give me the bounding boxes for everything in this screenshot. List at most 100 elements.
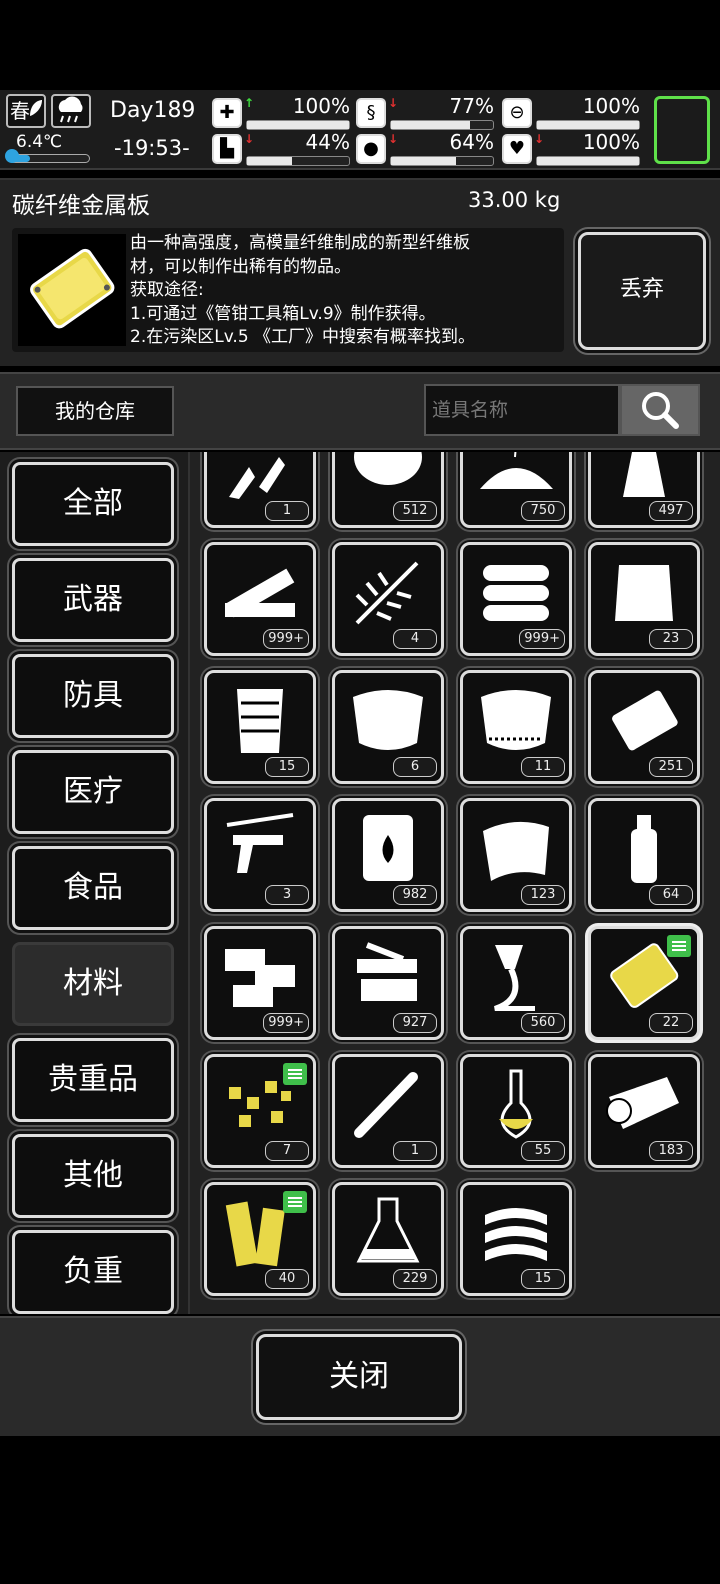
category-tab[interactable]: 其他 bbox=[12, 1134, 174, 1218]
item-count: 15 bbox=[521, 1269, 565, 1289]
item-count: 999+ bbox=[263, 1013, 309, 1033]
logs-icon bbox=[475, 555, 557, 627]
thermometer-icon bbox=[5, 149, 19, 163]
glue-tube-icon bbox=[475, 939, 557, 1012]
inventory-slot[interactable]: 7 bbox=[204, 1054, 316, 1168]
fuel-barrel-icon bbox=[347, 811, 429, 883]
sack-icon bbox=[603, 555, 685, 627]
inventory-slot[interactable]: 750 bbox=[460, 452, 572, 528]
season-indicator: 春 bbox=[6, 94, 46, 128]
inventory-slot[interactable]: 251 bbox=[588, 670, 700, 784]
my-warehouse-button[interactable]: 我的仓库 bbox=[16, 386, 174, 436]
inventory-slot[interactable]: 3 bbox=[204, 798, 316, 912]
description-line: 2.在污染区Lv.5 《工厂》中搜索有概率找到。 bbox=[130, 327, 476, 347]
inventory-slot[interactable]: 40 bbox=[204, 1182, 316, 1296]
furry-hide-icon bbox=[475, 683, 557, 755]
inventory-slot[interactable]: 512 bbox=[332, 452, 444, 528]
item-count: 11 bbox=[521, 757, 565, 777]
inventory-slot[interactable]: 999+ bbox=[204, 926, 316, 1040]
category-tab[interactable]: 食品 bbox=[12, 846, 174, 930]
item-count: 22 bbox=[649, 1013, 693, 1033]
close-button[interactable]: 关闭 bbox=[256, 1334, 462, 1420]
stat-bar bbox=[390, 156, 494, 166]
stat-value: 100% bbox=[582, 94, 640, 118]
note-icon bbox=[283, 1063, 307, 1085]
description-line: 由一种高强度，高模量纤维制成的新型纤维板 bbox=[130, 233, 470, 253]
inventory-slot[interactable]: 999+ bbox=[460, 542, 572, 656]
rolled-cloth-icon bbox=[603, 1067, 685, 1139]
leaf-icon bbox=[30, 100, 42, 116]
equipped-slot[interactable] bbox=[654, 96, 710, 164]
metal-rod-icon bbox=[347, 1067, 429, 1139]
search-button[interactable] bbox=[620, 384, 700, 436]
item-count: 64 bbox=[649, 885, 693, 905]
inventory-slot[interactable]: 15 bbox=[204, 670, 316, 784]
stat-value: 64% bbox=[449, 130, 494, 154]
fur-ball-icon bbox=[347, 452, 429, 499]
item-count: 3 bbox=[265, 885, 309, 905]
item-count: 999+ bbox=[519, 629, 565, 649]
description-line: 获取途径: bbox=[130, 280, 204, 300]
note-icon bbox=[283, 1191, 307, 1213]
discard-button[interactable]: 丢弃 bbox=[578, 232, 706, 350]
item-count: 999+ bbox=[263, 629, 309, 649]
metal-plate-icon bbox=[603, 683, 685, 755]
inventory-slot[interactable]: 64 bbox=[588, 798, 700, 912]
category-tab[interactable]: 武器 bbox=[12, 558, 174, 642]
inventory-slot[interactable]: 560 bbox=[460, 926, 572, 1040]
item-count: 1 bbox=[265, 501, 309, 521]
fern-leaves-icon bbox=[347, 555, 429, 627]
item-count: 512 bbox=[393, 501, 437, 521]
inventory-slot[interactable]: 927 bbox=[332, 926, 444, 1040]
note-icon bbox=[667, 935, 691, 957]
stat-thirst: ● ↓ 64% bbox=[356, 130, 496, 168]
stat-value: 100% bbox=[582, 130, 640, 154]
inventory-slot[interactable]: 55 bbox=[460, 1054, 572, 1168]
search-input[interactable]: 道具名称 bbox=[424, 384, 620, 436]
inventory-slot[interactable]: 229 bbox=[332, 1182, 444, 1296]
pill-icon: ⊖ bbox=[502, 98, 532, 128]
plastic-bottle-icon bbox=[603, 811, 685, 883]
category-sidebar: 全部武器防具医疗食品材料贵重品其他负重 bbox=[0, 452, 188, 1314]
item-weight: 33.00 kg bbox=[468, 188, 561, 212]
status-bar: 春 6.4℃ Day189 -19:53- ✚ ↑ 100% § ↓ 77% ⊖ 100% ▙ ↓… bbox=[0, 90, 720, 170]
category-tab[interactable]: 贵重品 bbox=[12, 1038, 174, 1122]
inventory-slot[interactable]: 183 bbox=[588, 1054, 700, 1168]
category-tab[interactable]: 材料 bbox=[12, 942, 174, 1026]
inventory-slot[interactable]: 1 bbox=[332, 1054, 444, 1168]
item-count: 7 bbox=[265, 1141, 309, 1161]
inventory-slot[interactable]: 123 bbox=[460, 798, 572, 912]
stat-value: 100% bbox=[292, 94, 350, 118]
hide-striped-icon bbox=[219, 683, 301, 755]
inventory-slot[interactable]: 22 bbox=[588, 926, 700, 1040]
trend-arrow-icon: ↓ bbox=[388, 96, 399, 110]
temperature-bar bbox=[8, 154, 90, 163]
inventory-grid: 1 512 750 497 999+ 4 999+ 23 15 6 11 251 3 982 123 64 99… bbox=[188, 452, 720, 1314]
stat-value: 44% bbox=[305, 130, 350, 154]
inventory-slot[interactable]: 6 bbox=[332, 670, 444, 784]
description-line: 材，可以制作出稀有的物品。 bbox=[130, 256, 351, 277]
category-tab[interactable]: 全部 bbox=[12, 462, 174, 546]
inventory-slot[interactable]: 4 bbox=[332, 542, 444, 656]
stat-bar bbox=[246, 156, 350, 166]
inventory-slot[interactable]: 982 bbox=[332, 798, 444, 912]
item-count: 23 bbox=[649, 629, 693, 649]
trend-arrow-icon: ↑ bbox=[244, 96, 255, 110]
inventory-slot[interactable]: 15 bbox=[460, 1182, 572, 1296]
stat-mood: ♥ ↓ 100% bbox=[502, 130, 642, 168]
inventory-slot[interactable]: 999+ bbox=[204, 542, 316, 656]
inventory-slot[interactable]: 1 bbox=[204, 452, 316, 528]
item-count: 229 bbox=[393, 1269, 437, 1289]
inventory-slot[interactable]: 23 bbox=[588, 542, 700, 656]
search-icon bbox=[642, 392, 679, 429]
warehouse-toolbar: 我的仓库 道具名称 bbox=[0, 372, 720, 450]
category-tab[interactable]: 负重 bbox=[12, 1230, 174, 1314]
stat-bar bbox=[536, 120, 640, 130]
category-tab[interactable]: 防具 bbox=[12, 654, 174, 738]
inventory-slot[interactable]: 11 bbox=[460, 670, 572, 784]
pistol-parts-icon bbox=[219, 811, 301, 883]
flask-icon bbox=[475, 1067, 557, 1139]
inventory-slot[interactable]: 497 bbox=[588, 452, 700, 528]
carbon-fiber-plate-icon bbox=[18, 234, 126, 346]
category-tab[interactable]: 医疗 bbox=[12, 750, 174, 834]
